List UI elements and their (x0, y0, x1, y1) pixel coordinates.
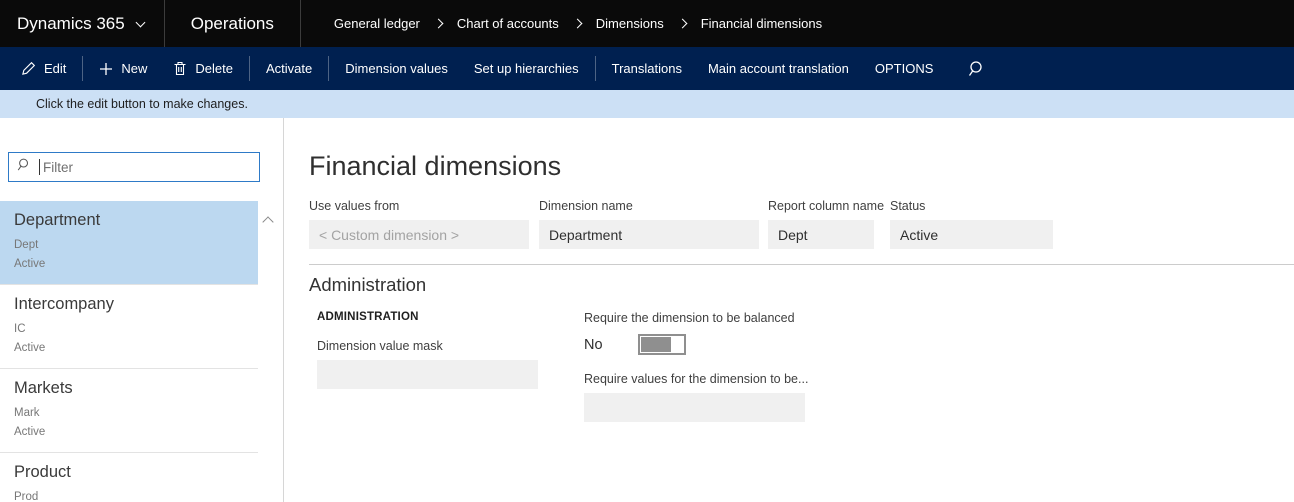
toolbar-separator (328, 56, 329, 81)
scrollbar-chevron-up-icon[interactable] (260, 213, 276, 227)
dimension-title: Product (14, 462, 244, 483)
require-balanced-row: No (584, 334, 808, 355)
dimension-list-item[interactable]: Product Prod Active (0, 452, 258, 502)
status-input[interactable]: Active (890, 220, 1053, 249)
set-up-hierarchies-button[interactable]: Set up hierarchies (461, 47, 592, 90)
filter-search-icon (17, 157, 32, 177)
new-button[interactable]: New (86, 47, 160, 90)
administration-group-header: ADMINISTRATION (317, 311, 545, 323)
administration-section-body: ADMINISTRATION Dimension value mask Requ… (309, 311, 1294, 422)
breadcrumb-chevron-icon (433, 19, 443, 29)
field-label: Status (890, 199, 1053, 213)
field-status: Status Active (890, 199, 1053, 249)
filter-box (8, 152, 260, 182)
topbar-divider (300, 0, 301, 47)
text-caret (39, 159, 40, 175)
options-menu[interactable]: OPTIONS (862, 47, 947, 90)
edit-label: Edit (44, 61, 66, 76)
field-report-column-name: Report column name Dept (768, 199, 874, 249)
dimension-code: Prod (14, 488, 244, 502)
toolbar-separator (595, 56, 596, 81)
activate-button[interactable]: Activate (253, 47, 325, 90)
dimension-list: Department Dept Active Intercompany IC A… (0, 201, 283, 502)
administration-left-column: ADMINISTRATION Dimension value mask (317, 311, 545, 422)
content-area: Department Dept Active Intercompany IC A… (0, 118, 1294, 502)
edit-button[interactable]: Edit (8, 47, 79, 90)
field-dimension-name: Dimension name Department (539, 199, 759, 249)
field-use-values-from: Use values from < Custom dimension > (309, 199, 529, 249)
notification-bar: Click the edit button to make changes. (0, 90, 1294, 118)
dimension-code: IC (14, 320, 244, 339)
brand-label: Dynamics 365 (17, 14, 125, 34)
require-balanced-toggle[interactable] (638, 334, 686, 355)
breadcrumb-general-ledger[interactable]: General ledger (334, 16, 420, 31)
page-title: Financial dimensions (309, 150, 1294, 182)
dimension-status: Active (14, 423, 244, 442)
dimension-list-item[interactable]: Intercompany IC Active (0, 284, 258, 368)
delete-button[interactable]: Delete (160, 47, 246, 90)
dimension-name-input[interactable]: Department (539, 220, 759, 249)
breadcrumb-dimensions[interactable]: Dimensions (596, 16, 664, 31)
section-divider (309, 264, 1294, 265)
require-values-label: Require values for the dimension to be..… (584, 372, 808, 386)
app-window: Dynamics 365 Operations General ledger C… (0, 0, 1294, 502)
dynamics-365-menu[interactable]: Dynamics 365 (0, 0, 164, 47)
dimension-title: Markets (14, 378, 244, 399)
toolbar-separator (82, 56, 83, 81)
plus-icon (99, 62, 113, 76)
main-account-translation-button[interactable]: Main account translation (695, 47, 862, 90)
field-label: Dimension name (539, 199, 759, 213)
breadcrumb-chevron-icon (677, 19, 687, 29)
require-balanced-value: No (584, 337, 638, 353)
dimension-code: Dept (14, 236, 244, 255)
header-fields: Use values from < Custom dimension > Dim… (309, 199, 1294, 249)
administration-section-title[interactable]: Administration (309, 274, 1294, 296)
delete-label: Delete (195, 61, 233, 76)
dimension-status: Active (14, 255, 244, 274)
pencil-icon (21, 61, 36, 76)
notification-message: Click the edit button to make changes. (36, 97, 248, 111)
dimension-status: Active (14, 339, 244, 358)
top-navigation-bar: Dynamics 365 Operations General ledger C… (0, 0, 1294, 47)
trash-icon (173, 61, 187, 76)
breadcrumb-financial-dimensions[interactable]: Financial dimensions (701, 16, 822, 31)
search-icon[interactable] (956, 47, 998, 90)
toolbar-separator (249, 56, 250, 81)
dimension-list-item[interactable]: Department Dept Active (0, 201, 258, 284)
breadcrumb-chevron-icon (572, 19, 582, 29)
chevron-down-icon (135, 17, 145, 27)
field-label: Use values from (309, 199, 529, 213)
new-label: New (121, 61, 147, 76)
main-form-panel: Financial dimensions Use values from < C… (284, 118, 1294, 502)
dimension-code: Mark (14, 404, 244, 423)
require-values-input[interactable] (584, 393, 805, 422)
filter-input[interactable] (43, 160, 251, 175)
product-name[interactable]: Operations (165, 0, 300, 47)
action-toolbar: Edit New Delete Activate Dimension value… (0, 47, 1294, 90)
dimension-values-button[interactable]: Dimension values (332, 47, 461, 90)
use-values-from-input[interactable]: < Custom dimension > (309, 220, 529, 249)
require-balanced-label: Require the dimension to be balanced (584, 311, 808, 325)
toggle-handle (641, 337, 671, 352)
dimension-title: Department (14, 210, 244, 231)
dimension-value-mask-input[interactable] (317, 360, 538, 389)
dimension-value-mask-label: Dimension value mask (317, 339, 545, 353)
breadcrumb-chart-of-accounts[interactable]: Chart of accounts (457, 16, 559, 31)
report-column-name-input[interactable]: Dept (768, 220, 874, 249)
translations-button[interactable]: Translations (599, 47, 695, 90)
administration-right-column: Require the dimension to be balanced No … (584, 311, 808, 422)
dimension-title: Intercompany (14, 294, 244, 315)
breadcrumb: General ledger Chart of accounts Dimensi… (334, 0, 822, 47)
dimension-list-item[interactable]: Markets Mark Active (0, 368, 258, 452)
dimension-list-panel: Department Dept Active Intercompany IC A… (0, 118, 284, 502)
field-label: Report column name (768, 199, 874, 213)
